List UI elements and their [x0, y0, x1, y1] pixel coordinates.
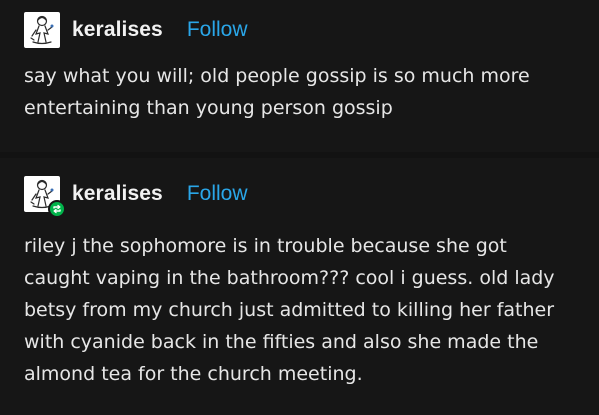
username[interactable]: keralises: [72, 18, 163, 42]
post-text: say what you will; old people gossip is …: [24, 65, 530, 119]
follow-button[interactable]: Follow: [187, 182, 248, 206]
sketch-avatar-icon: [30, 15, 54, 45]
post-text: riley j the sophomore is in trouble beca…: [24, 235, 555, 385]
avatar[interactable]: [24, 12, 60, 48]
post-header: keralises Follow: [24, 12, 248, 48]
reblog-icon: [48, 200, 66, 218]
follow-button[interactable]: Follow: [187, 18, 248, 42]
avatar[interactable]: [24, 176, 66, 218]
post-2: keralises Follow riley j the sophomore i…: [0, 158, 599, 415]
username[interactable]: keralises: [72, 182, 163, 206]
post-header: keralises Follow: [24, 176, 248, 218]
post-1: keralises Follow say what you will; old …: [0, 0, 599, 152]
